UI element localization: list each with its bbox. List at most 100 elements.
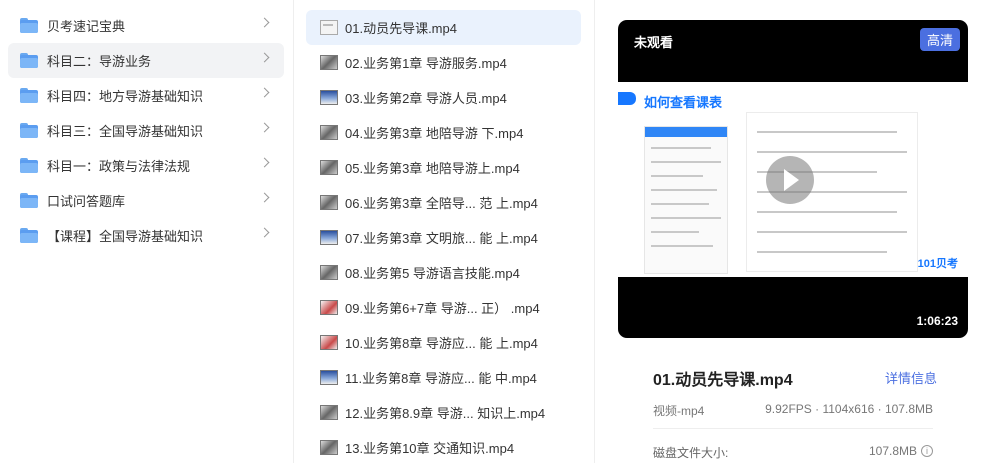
file-label: 13.业务第10章 交通知识.mp4 xyxy=(345,441,515,456)
column-divider xyxy=(594,0,595,463)
folder-item[interactable]: 口试问答题库 xyxy=(8,183,284,218)
chevron-right-icon xyxy=(259,227,270,238)
video-frame: 如何查看课表 101贝考 xyxy=(618,82,968,277)
file-item[interactable]: 07.业务第3章 文明旅... 能 上.mp4 xyxy=(306,220,581,255)
file-label: 11.业务第8章 导游应... 能 中.mp4 xyxy=(345,371,537,386)
file-label: 02.业务第1章 导游服务.mp4 xyxy=(345,56,507,71)
frame-mock-sidebar xyxy=(644,126,728,274)
file-label: 10.业务第8章 导游应... 能 上.mp4 xyxy=(345,336,538,351)
quality-button[interactable]: 高清 xyxy=(919,28,960,51)
file-item[interactable]: 09.业务第6+7章 导游... 正） .mp4 xyxy=(306,290,581,325)
chevron-right-icon xyxy=(259,122,270,133)
column-divider xyxy=(293,0,294,463)
brand-logo: 101贝考 xyxy=(917,258,958,270)
file-label: 06.业务第3章 全陪导... 范 上.mp4 xyxy=(345,196,538,211)
video-thumbnail-icon xyxy=(320,370,338,385)
chevron-right-icon xyxy=(259,17,270,28)
folder-item[interactable]: 【课程】全国导游基础知识 xyxy=(8,218,284,253)
info-icon[interactable]: i xyxy=(921,445,933,457)
play-icon[interactable] xyxy=(766,156,814,204)
file-label: 09.业务第6+7章 导游... 正） .mp4 xyxy=(345,301,540,316)
info-divider xyxy=(653,428,933,429)
folder-icon xyxy=(20,88,38,103)
folder-icon xyxy=(20,123,38,138)
file-item[interactable]: 04.业务第3章 地陪导游 下.mp4 xyxy=(306,115,581,150)
file-item[interactable]: 10.业务第8章 导游应... 能 上.mp4 xyxy=(306,325,581,360)
file-label: 12.业务第8.9章 导游... 知识上.mp4 xyxy=(345,406,546,421)
disk-size-label: 磁盘文件大小: xyxy=(653,446,729,460)
frame-mock-line xyxy=(757,151,907,153)
file-label: 04.业务第3章 地陪导游 下.mp4 xyxy=(345,126,524,141)
folder-item[interactable]: 科目四：地方导游基础知识 xyxy=(8,78,284,113)
chevron-right-icon xyxy=(259,192,270,203)
video-thumbnail-icon xyxy=(320,405,338,420)
file-item[interactable]: 03.业务第2章 导游人员.mp4 xyxy=(306,80,581,115)
file-item[interactable]: 06.业务第3章 全陪导... 范 上.mp4 xyxy=(306,185,581,220)
folder-icon xyxy=(20,228,38,243)
frame-mock-header xyxy=(645,127,727,137)
video-thumbnail-icon xyxy=(320,20,338,35)
file-item[interactable]: 08.业务第5 导游语言技能.mp4 xyxy=(306,255,581,290)
frame-mock-line xyxy=(651,189,717,191)
frame-mock-line xyxy=(757,131,897,133)
video-preview[interactable]: 未观看 高清 如何查看课表 101贝考 1:06:23 xyxy=(618,20,968,338)
folder-list: 贝考速记宝典 科目二：导游业务 科目四：地方导游基础知识 科目三：全国导游基础知… xyxy=(8,8,284,253)
folder-label: 口试问答题库 xyxy=(47,194,126,209)
folder-label: 科目四：地方导游基础知识 xyxy=(47,89,204,104)
frame-mock-line xyxy=(651,161,721,163)
video-thumbnail-icon xyxy=(320,300,338,315)
video-thumbnail-icon xyxy=(320,230,338,245)
video-thumbnail-icon xyxy=(320,335,338,350)
folder-label: 科目二：导游业务 xyxy=(47,54,152,69)
file-item[interactable]: 02.业务第1章 导游服务.mp4 xyxy=(306,45,581,80)
file-item[interactable]: 11.业务第8章 导游应... 能 中.mp4 xyxy=(306,360,581,395)
frame-mock-line xyxy=(651,245,713,247)
file-label: 07.业务第3章 文明旅... 能 上.mp4 xyxy=(345,231,538,246)
folder-icon xyxy=(20,53,38,68)
folder-item[interactable]: 科目一：政策与法律法规 xyxy=(8,148,284,183)
file-item[interactable]: 13.业务第10章 交通知识.mp4 xyxy=(306,430,581,463)
file-label: 05.业务第3章 地陪导游上.mp4 xyxy=(345,161,520,176)
chevron-right-icon xyxy=(259,87,270,98)
video-thumbnail-icon xyxy=(320,440,338,455)
frame-mock-line xyxy=(651,203,709,205)
folder-label: 贝考速记宝典 xyxy=(47,19,126,34)
frame-mock-line xyxy=(757,251,887,253)
file-list: 01.动员先导课.mp4 02.业务第1章 导游服务.mp4 03.业务第2章 … xyxy=(306,10,581,463)
folder-icon xyxy=(20,158,38,173)
video-thumbnail-icon xyxy=(320,195,338,210)
video-thumbnail-icon xyxy=(320,55,338,70)
frame-mock-line xyxy=(651,231,699,233)
frame-title: 如何查看课表 xyxy=(644,95,723,110)
file-label: 08.业务第5 导游语言技能.mp4 xyxy=(345,266,520,281)
frame-mock-line xyxy=(757,211,897,213)
disk-size-value: 107.8MB xyxy=(868,444,917,458)
watch-status: 未观看 xyxy=(634,35,674,50)
details-link[interactable]: 详情信息 xyxy=(885,368,937,387)
folder-item[interactable]: 贝考速记宝典 xyxy=(8,8,284,43)
frame-mock-line xyxy=(651,147,711,149)
folder-item[interactable]: 科目三：全国导游基础知识 xyxy=(8,113,284,148)
video-thumbnail-icon xyxy=(320,125,338,140)
file-label: 01.动员先导课.mp4 xyxy=(345,21,457,36)
folder-icon xyxy=(20,193,38,208)
file-item[interactable]: 05.业务第3章 地陪导游上.mp4 xyxy=(306,150,581,185)
folder-icon xyxy=(20,18,38,33)
video-thumbnail-icon xyxy=(320,160,338,175)
folder-label: 科目三：全国导游基础知识 xyxy=(47,124,204,139)
file-item[interactable]: 01.动员先导课.mp4 xyxy=(306,10,581,45)
folder-label: 【课程】全国导游基础知识 xyxy=(47,229,204,244)
frame-marker xyxy=(618,92,636,105)
video-thumbnail-icon xyxy=(320,90,338,105)
folder-label: 科目一：政策与法律法规 xyxy=(47,159,191,174)
folder-item[interactable]: 科目二：导游业务 xyxy=(8,43,284,78)
file-item[interactable]: 12.业务第8.9章 导游... 知识上.mp4 xyxy=(306,395,581,430)
video-duration: 1:06:23 xyxy=(916,314,958,328)
frame-mock-line xyxy=(651,217,721,219)
chevron-right-icon xyxy=(259,52,270,63)
video-thumbnail-icon xyxy=(320,265,338,280)
file-title: 01.动员先导课.mp4 xyxy=(653,372,793,389)
file-specs: 9.92FPS · 1104x616 · 107.8MB xyxy=(765,402,933,416)
chevron-right-icon xyxy=(259,157,270,168)
file-label: 03.业务第2章 导游人员.mp4 xyxy=(345,91,507,106)
